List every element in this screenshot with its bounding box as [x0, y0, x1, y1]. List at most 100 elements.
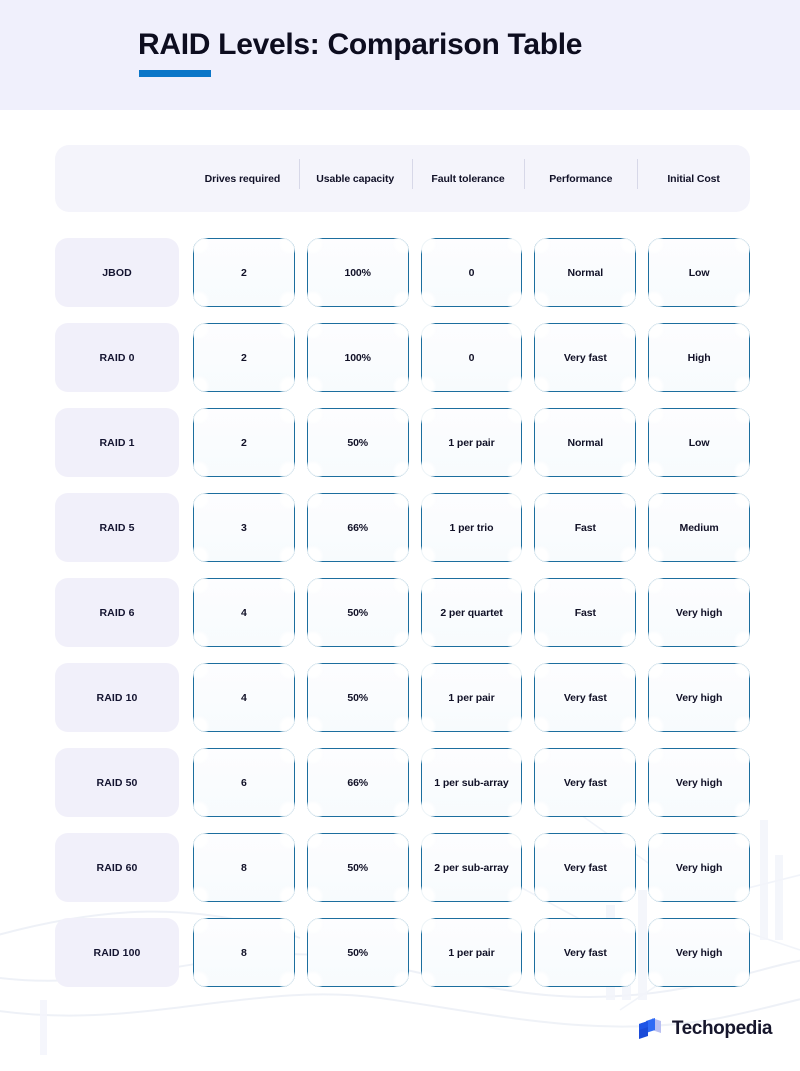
row-label-raid-1: RAID 1: [55, 408, 179, 477]
cell-value: 8: [241, 946, 247, 959]
cell-drives-required: 3: [192, 492, 295, 563]
cell-value: 100%: [344, 266, 371, 279]
cell-performance: Normal: [534, 407, 637, 478]
row-label-raid-50: RAID 50: [55, 748, 179, 817]
row-cells: 3 66% 1 per trio Fast Medium: [192, 492, 751, 563]
cell-value: Very fast: [563, 776, 607, 789]
cell-performance: Very fast: [534, 832, 637, 903]
cell-value: 4: [241, 606, 247, 619]
cell-usable-capacity: 100%: [306, 237, 409, 308]
cell-initial-cost: Very high: [647, 917, 751, 988]
cell-usable-capacity: 50%: [306, 917, 409, 988]
row-label-raid-5: RAID 5: [55, 493, 179, 562]
cell-fault-tolerance: 2 per quartet: [420, 577, 523, 648]
cell-initial-cost: Very high: [647, 662, 751, 733]
cell-value: 66%: [347, 776, 369, 789]
row-label-jbod: JBOD: [55, 238, 179, 307]
cell-value: 50%: [347, 436, 369, 449]
cell-initial-cost: Very high: [647, 577, 751, 648]
cell-value: Low: [688, 266, 710, 279]
table-row: RAID 1 2 50% 1 per pair Normal Low: [0, 407, 800, 493]
cell-value: 50%: [347, 691, 369, 704]
row-label-raid-0: RAID 0: [55, 323, 179, 392]
cell-performance: Very fast: [534, 747, 637, 818]
cell-value: 3: [241, 521, 247, 534]
cell-usable-capacity: 100%: [306, 322, 409, 393]
table-row: RAID 10 4 50% 1 per pair Very fast Very …: [0, 662, 800, 748]
table-row: JBOD 2 100% 0 Normal Low: [0, 237, 800, 323]
cell-fault-tolerance: 1 per pair: [420, 662, 523, 733]
cell-value: Very high: [675, 776, 723, 789]
cell-fault-tolerance: 1 per sub-array: [420, 747, 523, 818]
row-cells: 2 100% 0 Very fast High: [192, 322, 751, 393]
cell-value: 66%: [347, 521, 369, 534]
cell-value: Fast: [574, 606, 596, 619]
cell-drives-required: 2: [192, 322, 295, 393]
cell-value: Very fast: [563, 861, 607, 874]
table-row: RAID 60 8 50% 2 per sub-array Very fast …: [0, 832, 800, 918]
cell-performance: Very fast: [534, 322, 637, 393]
cell-performance: Normal: [534, 237, 637, 308]
cell-value: 4: [241, 691, 247, 704]
cell-performance: Very fast: [534, 917, 637, 988]
cell-performance: Fast: [534, 577, 637, 648]
cell-initial-cost: Very high: [647, 832, 751, 903]
column-header-usable-capacity: Usable capacity: [298, 158, 412, 189]
cell-initial-cost: Very high: [647, 747, 751, 818]
cell-value: Very fast: [563, 691, 607, 704]
cell-value: 6: [241, 776, 247, 789]
cell-value: 1 per sub-array: [434, 776, 509, 789]
row-cells: 8 50% 2 per sub-array Very fast Very hig…: [192, 832, 751, 903]
column-header-performance: Performance: [524, 158, 637, 189]
cell-fault-tolerance: 1 per pair: [420, 917, 523, 988]
cell-drives-required: 8: [192, 832, 295, 903]
column-header-drives-required: Drives required: [204, 172, 281, 185]
cell-value: Normal: [567, 266, 604, 279]
cell-usable-capacity: 66%: [306, 747, 409, 818]
cell-drives-required: 4: [192, 577, 295, 648]
table-row: RAID 50 6 66% 1 per sub-array Very fast …: [0, 747, 800, 833]
row-label-raid-10: RAID 10: [55, 663, 179, 732]
cell-usable-capacity: 50%: [306, 407, 409, 478]
cell-drives-required: 8: [192, 917, 295, 988]
cell-value: Very high: [675, 606, 723, 619]
table-row: RAID 100 8 50% 1 per pair Very fast Very…: [0, 917, 800, 1003]
cell-value: 2: [241, 436, 247, 449]
cell-value: 1 per pair: [448, 691, 495, 704]
row-label-raid-6: RAID 6: [55, 578, 179, 647]
cell-initial-cost: Medium: [647, 492, 751, 563]
cell-value: 100%: [344, 351, 371, 364]
cell-usable-capacity: 50%: [306, 832, 409, 903]
cell-value: Low: [688, 436, 710, 449]
cell-fault-tolerance: 1 per trio: [420, 492, 523, 563]
cell-value: 0: [468, 266, 475, 279]
row-cells: 8 50% 1 per pair Very fast Very high: [192, 917, 751, 988]
cell-value: 2 per quartet: [440, 606, 503, 619]
cell-value: 1 per trio: [449, 521, 494, 534]
cell-value: Very high: [675, 946, 723, 959]
cell-value: 50%: [347, 606, 369, 619]
cell-performance: Very fast: [534, 662, 637, 733]
cell-fault-tolerance: 2 per sub-array: [420, 832, 523, 903]
cell-drives-required: 6: [192, 747, 295, 818]
cell-fault-tolerance: 0: [420, 237, 523, 308]
row-label-raid-60: RAID 60: [55, 833, 179, 902]
cell-value: 50%: [347, 946, 369, 959]
cell-value: 8: [241, 861, 247, 874]
techopedia-logo-icon: [638, 1018, 661, 1039]
cell-value: Fast: [574, 521, 596, 534]
cell-drives-required: 2: [192, 237, 295, 308]
cell-fault-tolerance: 1 per pair: [420, 407, 523, 478]
cell-value: Very high: [675, 691, 723, 704]
cell-value: 2: [241, 266, 247, 279]
row-cells: 4 50% 1 per pair Very fast Very high: [192, 662, 751, 733]
cell-value: Medium: [679, 521, 719, 534]
cell-value: Normal: [567, 436, 604, 449]
techopedia-logo: Techopedia: [637, 1017, 772, 1041]
comparison-table: Drives required Usable capacity Fault to…: [0, 0, 800, 1071]
cell-initial-cost: Low: [647, 237, 751, 308]
column-header-initial-cost: Initial Cost: [637, 158, 750, 189]
cell-value: Very fast: [563, 946, 607, 959]
table-body: JBOD 2 100% 0 Normal Low RAID 0 2 100% 0…: [0, 237, 800, 1003]
cell-value: 50%: [347, 861, 369, 874]
